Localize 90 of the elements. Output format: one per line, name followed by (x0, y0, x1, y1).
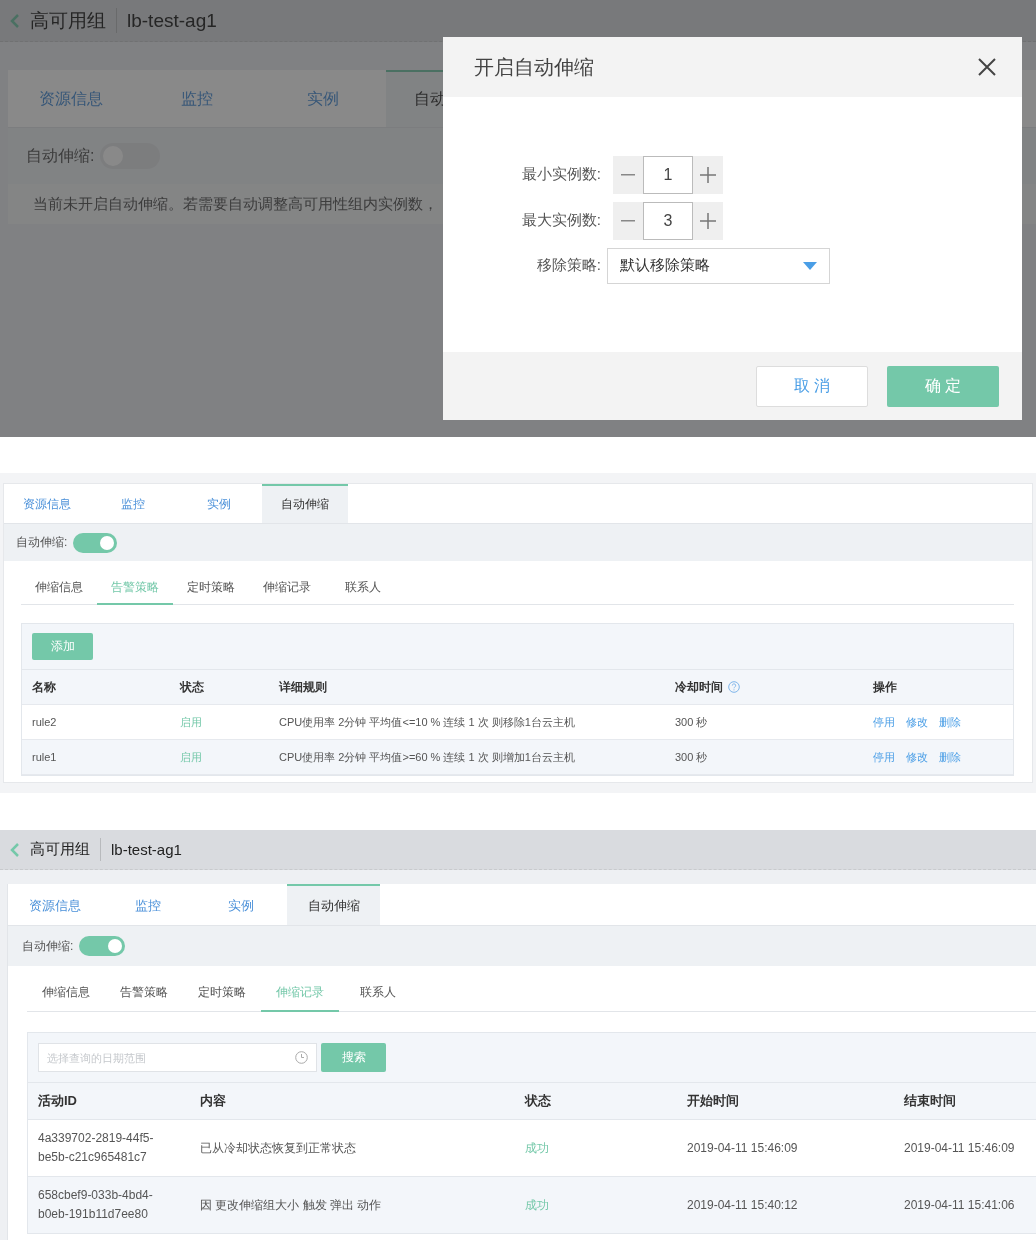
increment-button[interactable] (693, 201, 723, 240)
clock-icon (295, 1051, 308, 1064)
tab[interactable]: 实例 (194, 884, 287, 925)
table-cell-text: 300 秒 (675, 749, 709, 765)
tab[interactable]: 监控 (101, 884, 194, 925)
plus-icon (700, 166, 716, 183)
toggle-switch[interactable] (79, 936, 126, 956)
table-cell-text: CPU使用率 2分钟 平均值<=10 % 连续 1 次 则移除1台云主机 (279, 714, 576, 730)
status-text: 成功 (525, 1196, 550, 1214)
table-cell-text: 2019-04-11 15:46:09 (904, 1141, 1016, 1155)
action-link[interactable]: 删除 (939, 749, 961, 765)
table-cell-text: CPU使用率 2分钟 平均值>=60 % 连续 1 次 则增加1台云主机 (279, 749, 576, 765)
decrement-button[interactable] (613, 155, 643, 194)
switch-label: 自动伸缩: (26, 145, 95, 166)
close-icon[interactable] (978, 58, 996, 76)
table-cell-text: rule2 (32, 716, 58, 728)
tab[interactable]: 自动伸缩 (287, 884, 380, 925)
toggle-switch[interactable] (73, 532, 118, 553)
tab[interactable]: 监控 (134, 70, 260, 127)
tab[interactable]: 自动伸缩 (262, 484, 348, 523)
tab[interactable]: 监控 (90, 484, 176, 523)
column-header: 状态 (180, 678, 205, 696)
sub-tab[interactable]: 伸缩信息 (27, 975, 105, 1012)
switch-label: 自动伸缩: (16, 534, 68, 551)
sub-tab[interactable]: 伸缩记录 (249, 571, 325, 605)
field-label: 最小实例数: (520, 165, 602, 184)
minus-icon (621, 173, 635, 176)
table-cell-text: 658cbef9-033b-4bd4-b0eb-191b11d7ee80 (38, 1187, 154, 1223)
table-cell-text: 已从冷却状态恢复到正常状态 (200, 1139, 357, 1157)
status-text: 启用 (180, 714, 203, 730)
table-cell-text: 4a339702-2819-44f5-be5b-c21c965481c7 (38, 1130, 155, 1166)
column-header: 冷却时间 (675, 678, 723, 696)
column-header: 详细规则 (279, 678, 328, 696)
sub-tab[interactable]: 伸缩记录 (261, 975, 339, 1012)
group-name: lb-test-ag1 (127, 9, 217, 32)
action-link[interactable]: 停用 (873, 714, 895, 730)
sub-tab[interactable]: 伸缩信息 (21, 571, 97, 605)
column-header: 活动ID (38, 1092, 78, 1110)
status-text: 成功 (525, 1139, 550, 1157)
decrement-button[interactable] (613, 201, 643, 240)
sub-tab[interactable]: 联系人 (325, 571, 401, 605)
column-header: 结束时间 (904, 1092, 957, 1110)
tab[interactable]: 资源信息 (8, 70, 134, 127)
caret-icon (803, 261, 817, 270)
tab[interactable]: 实例 (260, 70, 386, 127)
switch-label: 自动伸缩: (22, 937, 74, 955)
confirm-button[interactable]: 确 定 (887, 365, 999, 407)
minus-icon (621, 219, 635, 222)
action-link[interactable]: 修改 (906, 714, 928, 730)
sub-tab[interactable]: 告警策略 (97, 571, 173, 605)
table-cell-text: 2019-04-11 15:40:12 (687, 1198, 799, 1212)
column-header: 状态 (525, 1092, 552, 1110)
increment-button[interactable] (693, 155, 723, 194)
action-link[interactable]: 删除 (939, 714, 961, 730)
tab[interactable]: 资源信息 (8, 884, 101, 925)
table-cell-text: 300 秒 (675, 714, 709, 730)
policy-dropdown[interactable]: 默认移除策略 (607, 247, 830, 284)
column-header: 开始时间 (687, 1092, 740, 1110)
sub-tab[interactable]: 联系人 (339, 975, 417, 1012)
notice-text: 当前未开启自动伸缩。若需要自动调整高可用性组内实例数， (33, 194, 438, 214)
field-label: 最大实例数: (520, 211, 602, 230)
table-cell-text: 2019-04-11 15:41:06 (904, 1198, 1016, 1212)
tab[interactable]: 资源信息 (4, 484, 90, 523)
number-field[interactable]: 1 (643, 155, 693, 194)
help-icon[interactable] (728, 681, 740, 693)
field-label: 移除策略: (535, 256, 602, 275)
group-name: lb-test-ag1 (111, 841, 182, 858)
sub-tab[interactable]: 定时策略 (183, 975, 261, 1012)
table-cell-text: rule1 (32, 751, 58, 763)
action-link[interactable]: 修改 (906, 749, 928, 765)
back-icon[interactable] (10, 841, 20, 858)
add-button[interactable]: 添加 (32, 633, 93, 660)
sub-tab[interactable]: 告警策略 (105, 975, 183, 1012)
dialog-title: 开启自动伸缩 (474, 54, 594, 80)
page-title: 高可用组 (30, 8, 106, 33)
search-button[interactable]: 搜索 (321, 1043, 386, 1072)
column-header: 操作 (873, 678, 898, 696)
table-cell-text: 因 更改伸缩组大小 触发 弹出 动作 (200, 1196, 383, 1214)
number-field[interactable]: 3 (643, 201, 693, 240)
column-header: 名称 (32, 678, 57, 696)
tab[interactable]: 实例 (176, 484, 262, 523)
plus-icon (700, 212, 716, 229)
page-title: 高可用组 (30, 840, 90, 859)
sub-tab[interactable]: 定时策略 (173, 571, 249, 605)
action-link[interactable]: 停用 (873, 749, 895, 765)
cancel-button[interactable]: 取 消 (756, 365, 868, 407)
back-icon[interactable] (10, 12, 20, 29)
column-header: 内容 (200, 1092, 227, 1110)
status-text: 启用 (180, 749, 203, 765)
table-cell-text: 2019-04-11 15:46:09 (687, 1141, 799, 1155)
